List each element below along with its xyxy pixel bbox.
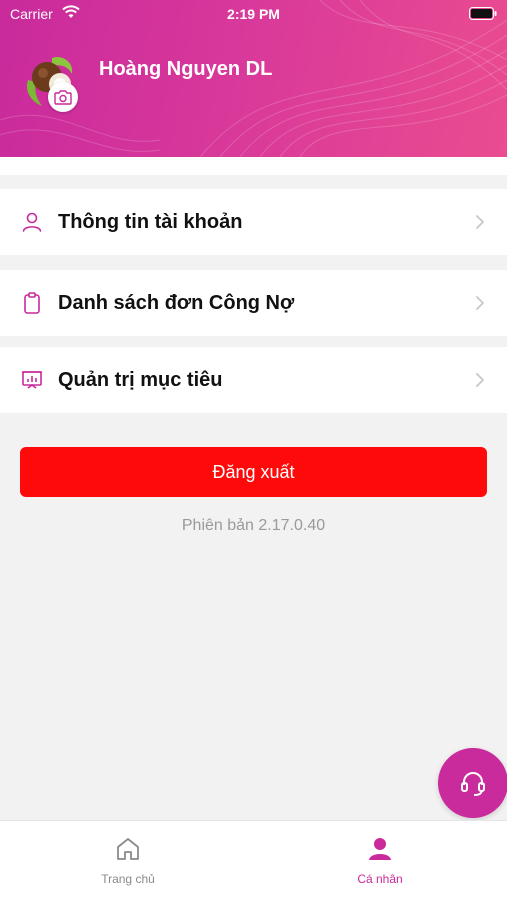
presentation-chart-icon <box>22 371 42 389</box>
menu-item-target-management[interactable]: Quản trị mục tiêu <box>0 347 507 413</box>
header-spacer <box>0 157 507 175</box>
chevron-right-icon <box>476 296 484 310</box>
tab-profile[interactable]: Cá nhân <box>300 821 460 900</box>
menu-item-debt-orders[interactable]: Danh sách đơn Công Nợ <box>0 270 507 336</box>
user-name: Hoàng Nguyen DL <box>99 58 273 80</box>
menu-item-label: Thông tin tài khoản <box>58 210 243 233</box>
section-divider <box>0 175 507 189</box>
battery-icon <box>469 7 497 20</box>
profile-header: Carrier 2:19 PM Hoàng Nguyen DL <box>0 0 507 157</box>
menu-item-label: Quản trị mục tiêu <box>58 368 223 391</box>
clipboard-icon <box>24 292 40 314</box>
home-icon <box>117 838 139 860</box>
tab-profile-label: Cá nhân <box>357 872 403 886</box>
tab-home-label: Trang chủ <box>101 872 155 886</box>
user-icon <box>22 212 42 232</box>
status-bar: Carrier 2:19 PM <box>0 0 507 30</box>
status-time: 2:19 PM <box>227 6 280 22</box>
app-version: Phiên bản 2.17.0.40 <box>181 517 326 534</box>
camera-icon <box>54 90 72 105</box>
logout-button[interactable]: Đăng xuất <box>20 447 487 497</box>
user-icon <box>369 838 391 860</box>
support-button[interactable] <box>438 748 507 818</box>
headset-icon <box>461 772 485 796</box>
chevron-right-icon <box>476 373 484 387</box>
chevron-right-icon <box>476 215 484 229</box>
change-avatar-button[interactable] <box>48 82 78 112</box>
menu-item-label: Danh sách đơn Công Nợ <box>58 291 295 314</box>
menu-item-account-info[interactable]: Thông tin tài khoản <box>0 189 507 255</box>
tab-bar: Trang chủ Cá nhân <box>0 820 507 900</box>
tab-home[interactable]: Trang chủ <box>48 821 208 900</box>
